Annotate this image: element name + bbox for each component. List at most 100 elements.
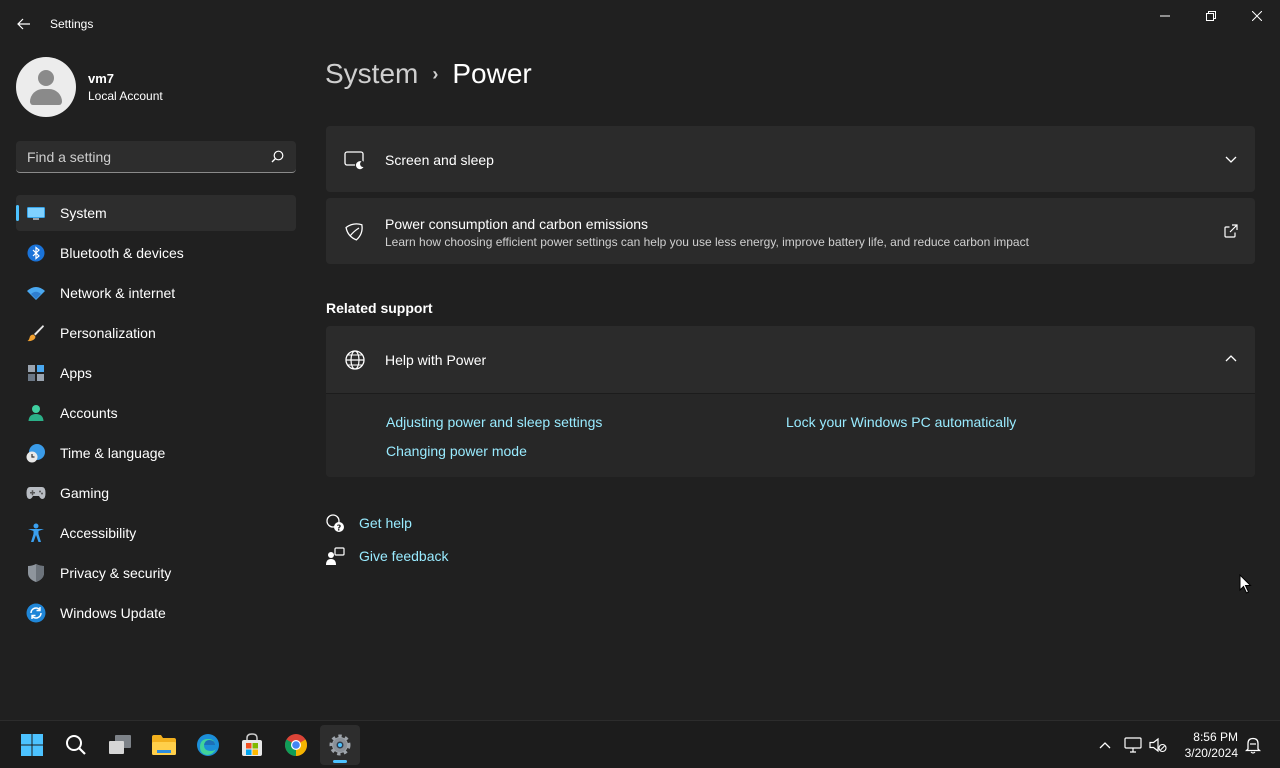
taskbar-search-button[interactable] (56, 725, 96, 765)
clock-date: 3/20/2024 (1184, 746, 1238, 760)
search-box[interactable] (16, 141, 296, 173)
taskbar: 8:56 PM 3/20/2024 (0, 720, 1280, 768)
edge-browser-button[interactable] (188, 725, 228, 765)
file-explorer-button[interactable] (144, 725, 184, 765)
search-icon[interactable] (271, 150, 284, 163)
sidebar-item-label: Accessibility (60, 525, 137, 541)
notification-bell-icon (1245, 737, 1261, 754)
shield-icon (26, 563, 46, 583)
clock-time: 8:56 PM (1193, 730, 1238, 744)
taskbar-clock[interactable]: 8:56 PM 3/20/2024 (1178, 729, 1238, 761)
help-links-panel: Adjusting power and sleep settings Chang… (326, 393, 1255, 477)
screen-sleep-title: Screen and sleep (385, 152, 494, 168)
sidebar-item-time-language[interactable]: Time & language (16, 435, 296, 471)
breadcrumb-parent[interactable]: System (325, 58, 418, 90)
give-feedback-link[interactable]: Give feedback (325, 546, 449, 566)
update-icon (26, 603, 46, 623)
search-input[interactable] (16, 141, 266, 172)
chrome-button[interactable] (276, 725, 316, 765)
chrome-icon (285, 734, 307, 756)
external-link-icon[interactable] (1223, 223, 1239, 239)
power-consumption-card[interactable]: Power consumption and carbon emissions L… (326, 198, 1255, 264)
avatar (16, 57, 76, 117)
brush-icon (26, 323, 46, 343)
sidebar-item-windows-update[interactable]: Windows Update (16, 595, 296, 631)
volume-muted-icon (1149, 737, 1167, 753)
power-consumption-title: Power consumption and carbon emissions (385, 216, 649, 232)
help-link-lock-pc[interactable]: Lock your Windows PC automatically (786, 414, 1016, 430)
sidebar-item-label: Network & internet (60, 285, 176, 301)
sidebar-item-label: Personalization (60, 325, 156, 341)
power-consumption-subtitle: Learn how choosing efficient power setti… (385, 235, 1029, 249)
task-view-button[interactable] (100, 725, 140, 765)
globe-icon (345, 350, 365, 370)
help-with-power-header[interactable]: Help with Power (326, 326, 1255, 392)
restore-icon (1206, 11, 1216, 21)
task-view-icon (109, 735, 131, 754)
sidebar-item-apps[interactable]: Apps (16, 355, 296, 391)
settings-app-button[interactable] (320, 725, 360, 765)
sidebar-item-label: Bluetooth & devices (60, 245, 184, 261)
profile-account-type: Local Account (88, 89, 163, 103)
person-icon (26, 403, 46, 423)
sidebar-item-label: Privacy & security (60, 565, 172, 581)
svg-text:?: ? (337, 524, 342, 533)
sidebar-item-label: Time & language (60, 445, 166, 461)
related-support-heading: Related support (326, 300, 433, 316)
windows-logo-icon (21, 734, 43, 756)
chevron-down-icon[interactable] (1223, 151, 1239, 167)
minimize-icon (1160, 15, 1170, 17)
get-help-icon: ? (326, 514, 344, 533)
sidebar-item-bluetooth[interactable]: Bluetooth & devices (16, 235, 296, 271)
screen-sleep-icon (344, 151, 365, 170)
gamepad-icon (26, 483, 46, 503)
breadcrumb: System › Power (325, 58, 532, 90)
get-help-link[interactable]: ? Get help (325, 513, 412, 533)
mouse-cursor-icon (1239, 574, 1252, 594)
apps-icon (26, 363, 46, 383)
network-tray-button[interactable] (1123, 735, 1143, 755)
store-icon (242, 733, 262, 756)
sidebar-item-personalization[interactable]: Personalization (16, 315, 296, 351)
help-with-power-title: Help with Power (385, 352, 487, 368)
help-link-adjusting-power[interactable]: Adjusting power and sleep settings (386, 414, 602, 430)
close-button[interactable] (1234, 0, 1280, 32)
give-feedback-label: Give feedback (359, 548, 449, 564)
minimize-button[interactable] (1142, 0, 1188, 32)
search-icon (66, 735, 86, 755)
show-hidden-icons-button[interactable] (1095, 735, 1115, 755)
sidebar-item-accounts[interactable]: Accounts (16, 395, 296, 431)
monitor-icon (26, 203, 46, 223)
sidebar-item-accessibility[interactable]: Accessibility (16, 515, 296, 551)
notifications-button[interactable] (1243, 735, 1263, 755)
sidebar-item-label: Apps (60, 365, 92, 381)
feedback-icon (326, 547, 345, 565)
sidebar-item-label: Accounts (60, 405, 118, 421)
sidebar-item-privacy-security[interactable]: Privacy & security (16, 555, 296, 591)
help-link-changing-power-mode[interactable]: Changing power mode (386, 443, 527, 459)
close-icon (1252, 11, 1262, 21)
sidebar-item-label: Gaming (60, 485, 110, 501)
sidebar-item-system[interactable]: System (16, 195, 296, 231)
sidebar-item-gaming[interactable]: Gaming (16, 475, 296, 511)
sidebar-item-label: Windows Update (60, 605, 166, 621)
screen-sleep-card[interactable]: Screen and sleep (326, 126, 1255, 192)
sidebar-item-network[interactable]: Network & internet (16, 275, 296, 311)
back-button[interactable] (10, 12, 38, 36)
breadcrumb-separator: › (432, 63, 439, 84)
get-help-label: Get help (359, 515, 412, 531)
restore-button[interactable] (1188, 0, 1234, 32)
volume-tray-button[interactable] (1148, 735, 1168, 755)
page-title: Power (452, 58, 532, 89)
accessibility-icon (26, 523, 46, 543)
title-bar: Settings (0, 0, 1280, 48)
bluetooth-icon (26, 243, 46, 263)
wifi-icon (26, 283, 46, 303)
chevron-up-icon (1099, 742, 1111, 749)
start-button[interactable] (12, 725, 52, 765)
chevron-up-icon[interactable] (1223, 351, 1239, 367)
microsoft-store-button[interactable] (232, 725, 272, 765)
app-title: Settings (50, 17, 94, 31)
user-profile[interactable]: vm7 Local Account (16, 57, 163, 117)
leaf-icon (345, 223, 363, 241)
